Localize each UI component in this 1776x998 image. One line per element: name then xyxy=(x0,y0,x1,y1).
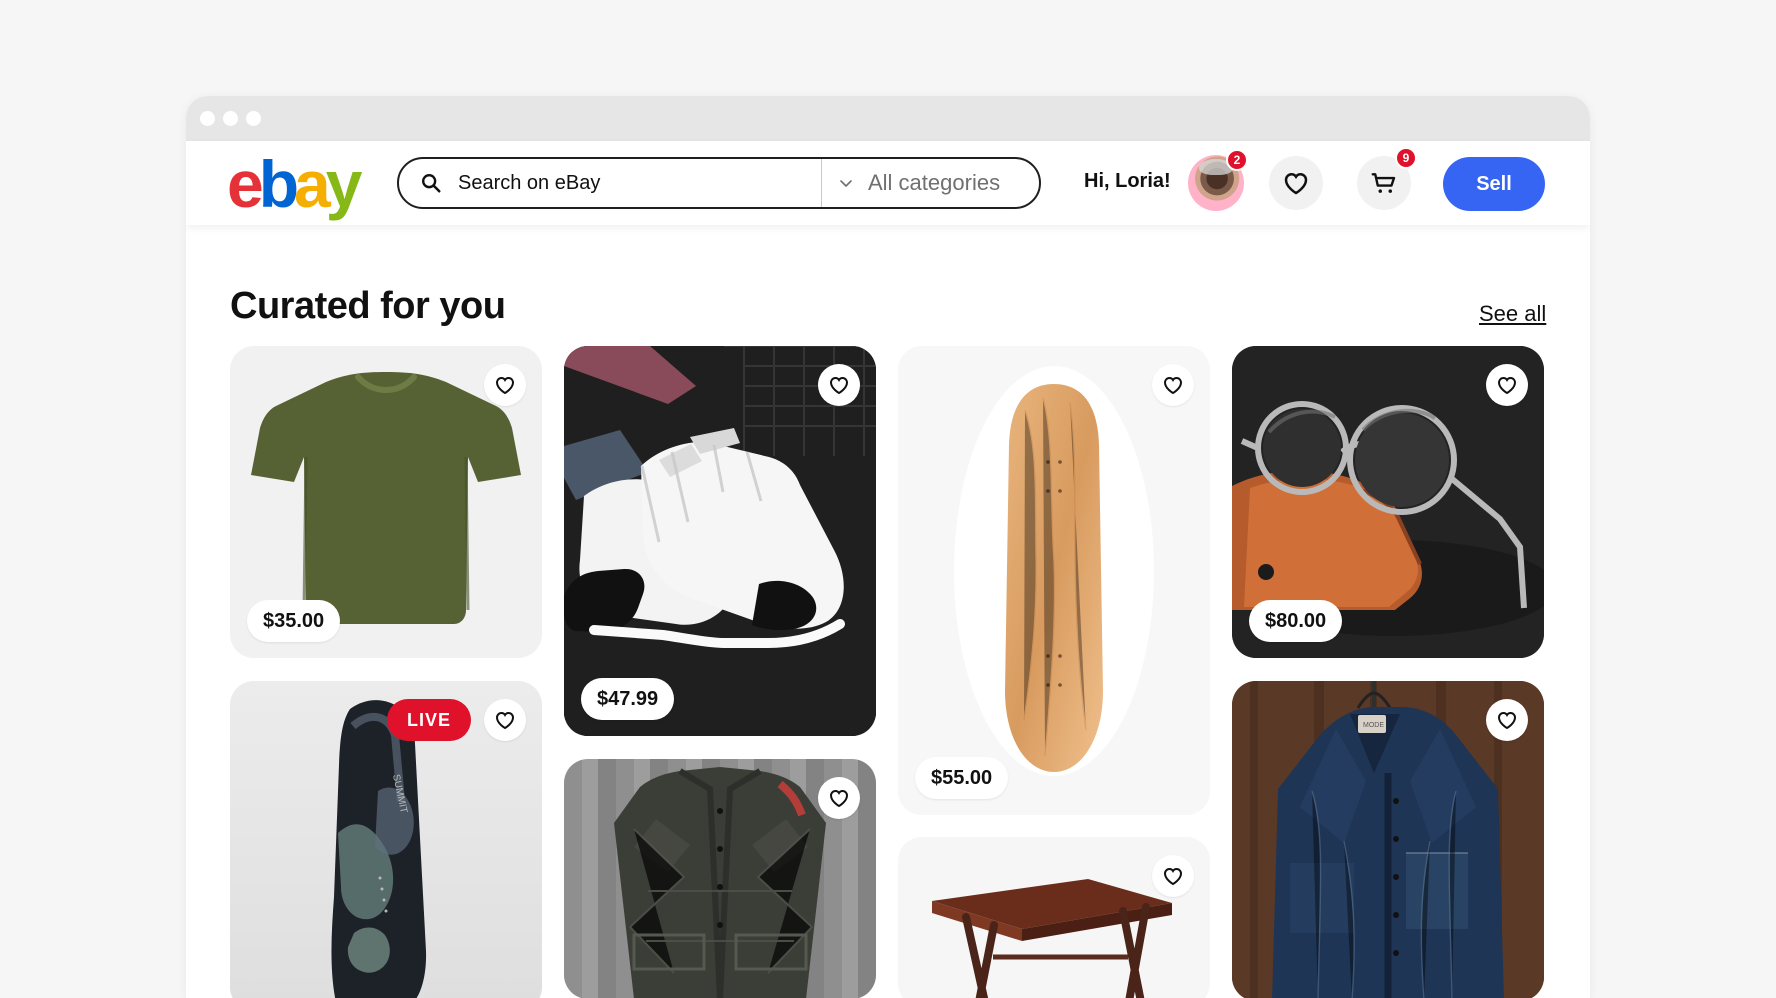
user-greeting: Hi, Loria! xyxy=(1084,170,1171,192)
search-input[interactable] xyxy=(456,170,790,196)
heart-icon xyxy=(829,376,849,395)
product-card-skateboard[interactable]: $55.00 xyxy=(898,346,1210,815)
heart-icon xyxy=(1497,376,1517,395)
heart-icon xyxy=(1163,867,1183,886)
favorite-button[interactable] xyxy=(1152,855,1194,897)
favorite-button[interactable] xyxy=(818,364,860,406)
main-content: Curated for you See all $35.00 $47.99 $5… xyxy=(186,225,1590,998)
price-label: $35.00 xyxy=(247,600,341,642)
favorite-button[interactable] xyxy=(818,777,860,819)
svg-text:MODE: MODE xyxy=(1363,722,1384,729)
browser-window: ebay All categories Hi, Loria! 2 xyxy=(186,96,1590,998)
section-title: Curated for you xyxy=(230,285,506,327)
browser-titlebar xyxy=(186,96,1590,141)
heart-icon xyxy=(829,789,849,808)
search-input-container xyxy=(399,159,822,207)
heart-icon xyxy=(1163,376,1183,395)
shopping-cart-icon xyxy=(1371,173,1396,193)
logo-letter-b: b xyxy=(258,147,299,221)
window-control-minimize[interactable] xyxy=(223,111,238,126)
category-dropdown-label: All categories xyxy=(868,170,1001,195)
heart-icon xyxy=(1284,172,1308,195)
product-card-snowboard[interactable]: SUMMIT LIVE xyxy=(230,681,542,998)
logo-letter-e: e xyxy=(227,147,264,221)
product-card-table[interactable] xyxy=(898,837,1210,998)
site-header: ebay All categories Hi, Loria! 2 xyxy=(186,141,1590,225)
see-all-link[interactable]: See all xyxy=(1479,301,1546,327)
window-control-close[interactable] xyxy=(200,111,215,126)
live-badge: LIVE xyxy=(386,699,471,741)
skateboard-image xyxy=(954,366,1154,776)
price-label: $47.99 xyxy=(581,678,675,720)
sell-button[interactable]: Sell xyxy=(1443,157,1545,211)
product-card-sneakers[interactable]: $47.99 xyxy=(564,346,876,736)
favorite-button[interactable] xyxy=(1152,364,1194,406)
category-dropdown[interactable]: All categories xyxy=(822,159,1039,207)
price-label: $55.00 xyxy=(915,757,1009,799)
product-image-skateboard xyxy=(898,346,1210,815)
cart-count-badge: 9 xyxy=(1395,147,1417,169)
window-control-maximize[interactable] xyxy=(246,111,261,126)
search-bar: All categories xyxy=(397,157,1041,209)
heart-icon xyxy=(495,376,515,395)
logo-letter-a: a xyxy=(294,147,331,221)
favorite-button[interactable] xyxy=(1486,364,1528,406)
logo-letter-y: y xyxy=(325,147,363,221)
favorite-button[interactable] xyxy=(1486,699,1528,741)
product-card-t-shirt[interactable]: $35.00 xyxy=(230,346,542,658)
price-label: $80.00 xyxy=(1249,600,1343,642)
ebay-logo[interactable]: ebay xyxy=(227,151,362,217)
favorite-button[interactable] xyxy=(484,699,526,741)
product-card-vest[interactable] xyxy=(564,759,876,998)
product-card-sunglasses[interactable]: $80.00 xyxy=(1232,346,1544,658)
heart-icon xyxy=(495,711,515,730)
heart-icon xyxy=(1497,711,1517,730)
chevron-down-icon xyxy=(840,180,852,187)
avatar-notification-badge: 2 xyxy=(1226,149,1248,171)
search-icon xyxy=(422,174,441,193)
favorite-button[interactable] xyxy=(484,364,526,406)
watchlist-button[interactable] xyxy=(1269,156,1323,210)
product-card-jacket[interactable]: MODE xyxy=(1232,681,1544,998)
